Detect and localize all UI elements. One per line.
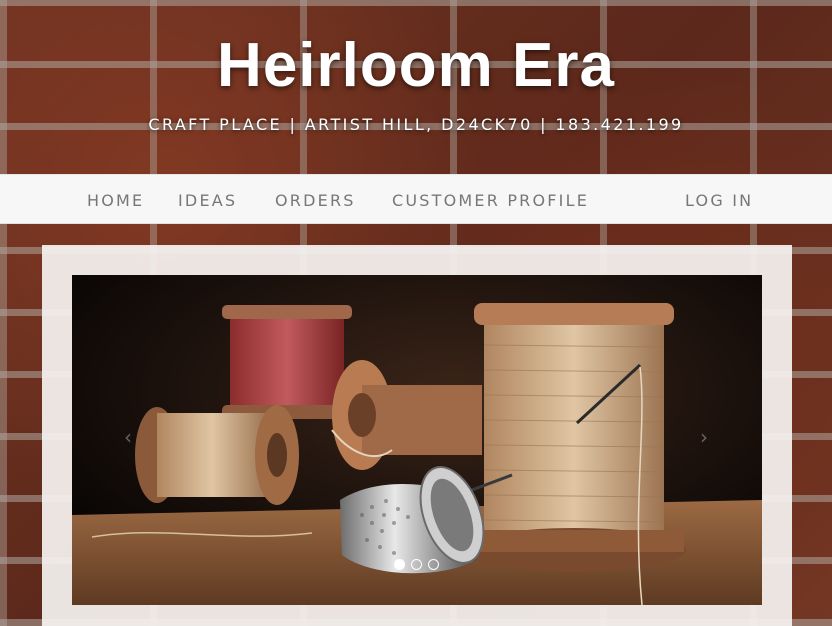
carousel-dot-3[interactable] xyxy=(428,559,439,570)
carousel-indicators xyxy=(394,559,444,571)
carousel-dot-2[interactable] xyxy=(411,559,422,570)
carousel-prev-arrow[interactable]: ‹ xyxy=(124,425,132,449)
carousel-next-arrow[interactable]: › xyxy=(700,425,708,449)
thread-spools-and-thimble-photo xyxy=(72,275,762,605)
nav-item-customer-profile[interactable]: CUSTOMER PROFILE xyxy=(392,191,589,210)
image-carousel[interactable]: ‹ › xyxy=(72,275,762,605)
nav-item-ideas[interactable]: IDEAS xyxy=(178,191,237,210)
main-navbar: HOME IDEAS ORDERS CUSTOMER PROFILE LOG I… xyxy=(0,174,832,224)
site-title: Heirloom Era xyxy=(217,31,615,100)
nav-item-log-in[interactable]: LOG IN xyxy=(685,191,753,210)
nav-item-orders[interactable]: ORDERS xyxy=(275,191,356,210)
site-subtitle: CRAFT PLACE | ARTIST HILL, D24CK70 | 183… xyxy=(148,115,684,134)
nav-item-home[interactable]: HOME xyxy=(87,191,144,210)
carousel-dot-1[interactable] xyxy=(394,559,405,570)
